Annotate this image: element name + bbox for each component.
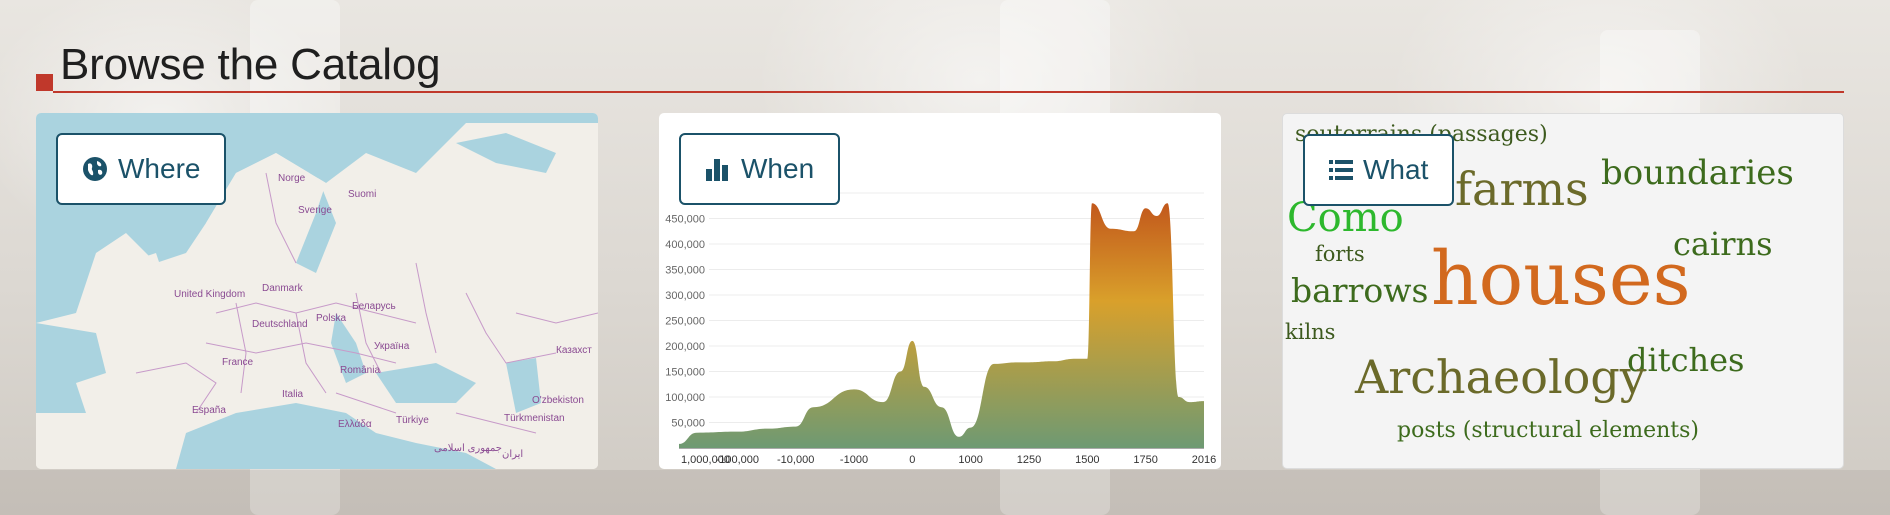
when-button[interactable]: When [679,133,841,205]
y-tick-label: 400,000 [665,239,705,251]
when-area-series [679,203,1204,448]
map-label-romania: România [340,365,381,376]
what-button[interactable]: What [1303,134,1455,206]
cloud-word-boundaries[interactable]: boundaries [1601,156,1794,190]
map-label-iran-arabic-1: جمهوری اسلامی [434,443,502,454]
map-label-polska: Polska [316,313,347,324]
heading-divider [53,91,1844,93]
map-label-ukraina: Україна [374,341,410,352]
map-label-iran-arabic-2: ایران [502,449,524,460]
x-tick-label: 1000 [958,454,982,466]
x-tick-label: -10,000 [777,454,814,466]
x-tick-label: -100,000 [716,454,759,466]
map-label-turkiye: Türkiye [396,415,429,426]
what-button-label: What [1363,154,1429,185]
map-label-france: France [222,357,254,368]
cloud-word-barrows[interactable]: barrows [1291,274,1428,307]
x-tick-label: 2016 [1192,454,1216,466]
map-label-italia: Italia [282,389,304,400]
map-label-danmark: Danmark [262,283,303,294]
x-tick-label: -1000 [840,454,868,466]
x-tick-label: 1500 [1075,454,1099,466]
map-label-deutschland: Deutschland [252,319,308,330]
y-tick-label: 250,000 [665,316,705,328]
section-heading: Browse the Catalog [36,38,1844,94]
y-tick-label: 350,000 [665,265,705,277]
x-tick-label: 1750 [1133,454,1157,466]
cloud-word-posts[interactable]: posts (structural elements) [1397,420,1699,442]
cloud-word-houses[interactable]: houses [1431,242,1691,316]
when-card[interactable]: 50,000 100,000 150,000 200,000 250,000 300,00… [659,113,1221,469]
x-tick-label: 1250 [1017,454,1041,466]
map-label-ellada: Ελλάδα [338,419,372,430]
where-card[interactable]: Norge Suomi Sverige United Kingdom Danma… [36,113,598,469]
y-tick-label: 100,000 [665,392,705,404]
map-label-turkmenistan: Türkmenistan [504,413,565,424]
y-tick-label: 150,000 [665,367,705,379]
y-tick-label: 200,000 [665,341,705,353]
where-button-label: Where [118,153,201,184]
map-label-espana: España [192,405,226,416]
map-label-uzbekistan: O'zbekiston [532,395,584,406]
map-label-united-kingdom: United Kingdom [174,289,246,300]
page-title: Browse the Catalog [60,40,441,89]
what-card[interactable]: souterrains (passages) farms boundaries … [1282,113,1844,469]
bar-chart-icon [706,159,728,181]
map-label-belarus: Беларусь [352,301,396,312]
x-tick-label: 0 [909,454,915,466]
globe-icon [83,157,107,181]
when-button-label: When [741,153,815,184]
list-icon [1329,160,1353,180]
cloud-word-archaeology[interactable]: Archaeology [1355,354,1646,400]
cloud-word-farms[interactable]: farms [1455,166,1589,212]
where-button[interactable]: Where [56,133,227,205]
y-tick-label: 450,000 [665,214,705,226]
map-label-suomi: Suomi [348,189,377,200]
y-tick-label: 300,000 [665,290,705,302]
map-label-norge: Norge [278,173,306,184]
map-label-kazakhstan: Казахст [556,345,592,356]
heading-accent-mark [36,74,53,91]
y-tick-label: 50,000 [671,418,705,430]
map-label-sverige: Sverige [298,205,332,216]
cloud-word-forts[interactable]: forts [1315,244,1365,265]
cloud-word-kilns[interactable]: kilns [1285,322,1335,343]
